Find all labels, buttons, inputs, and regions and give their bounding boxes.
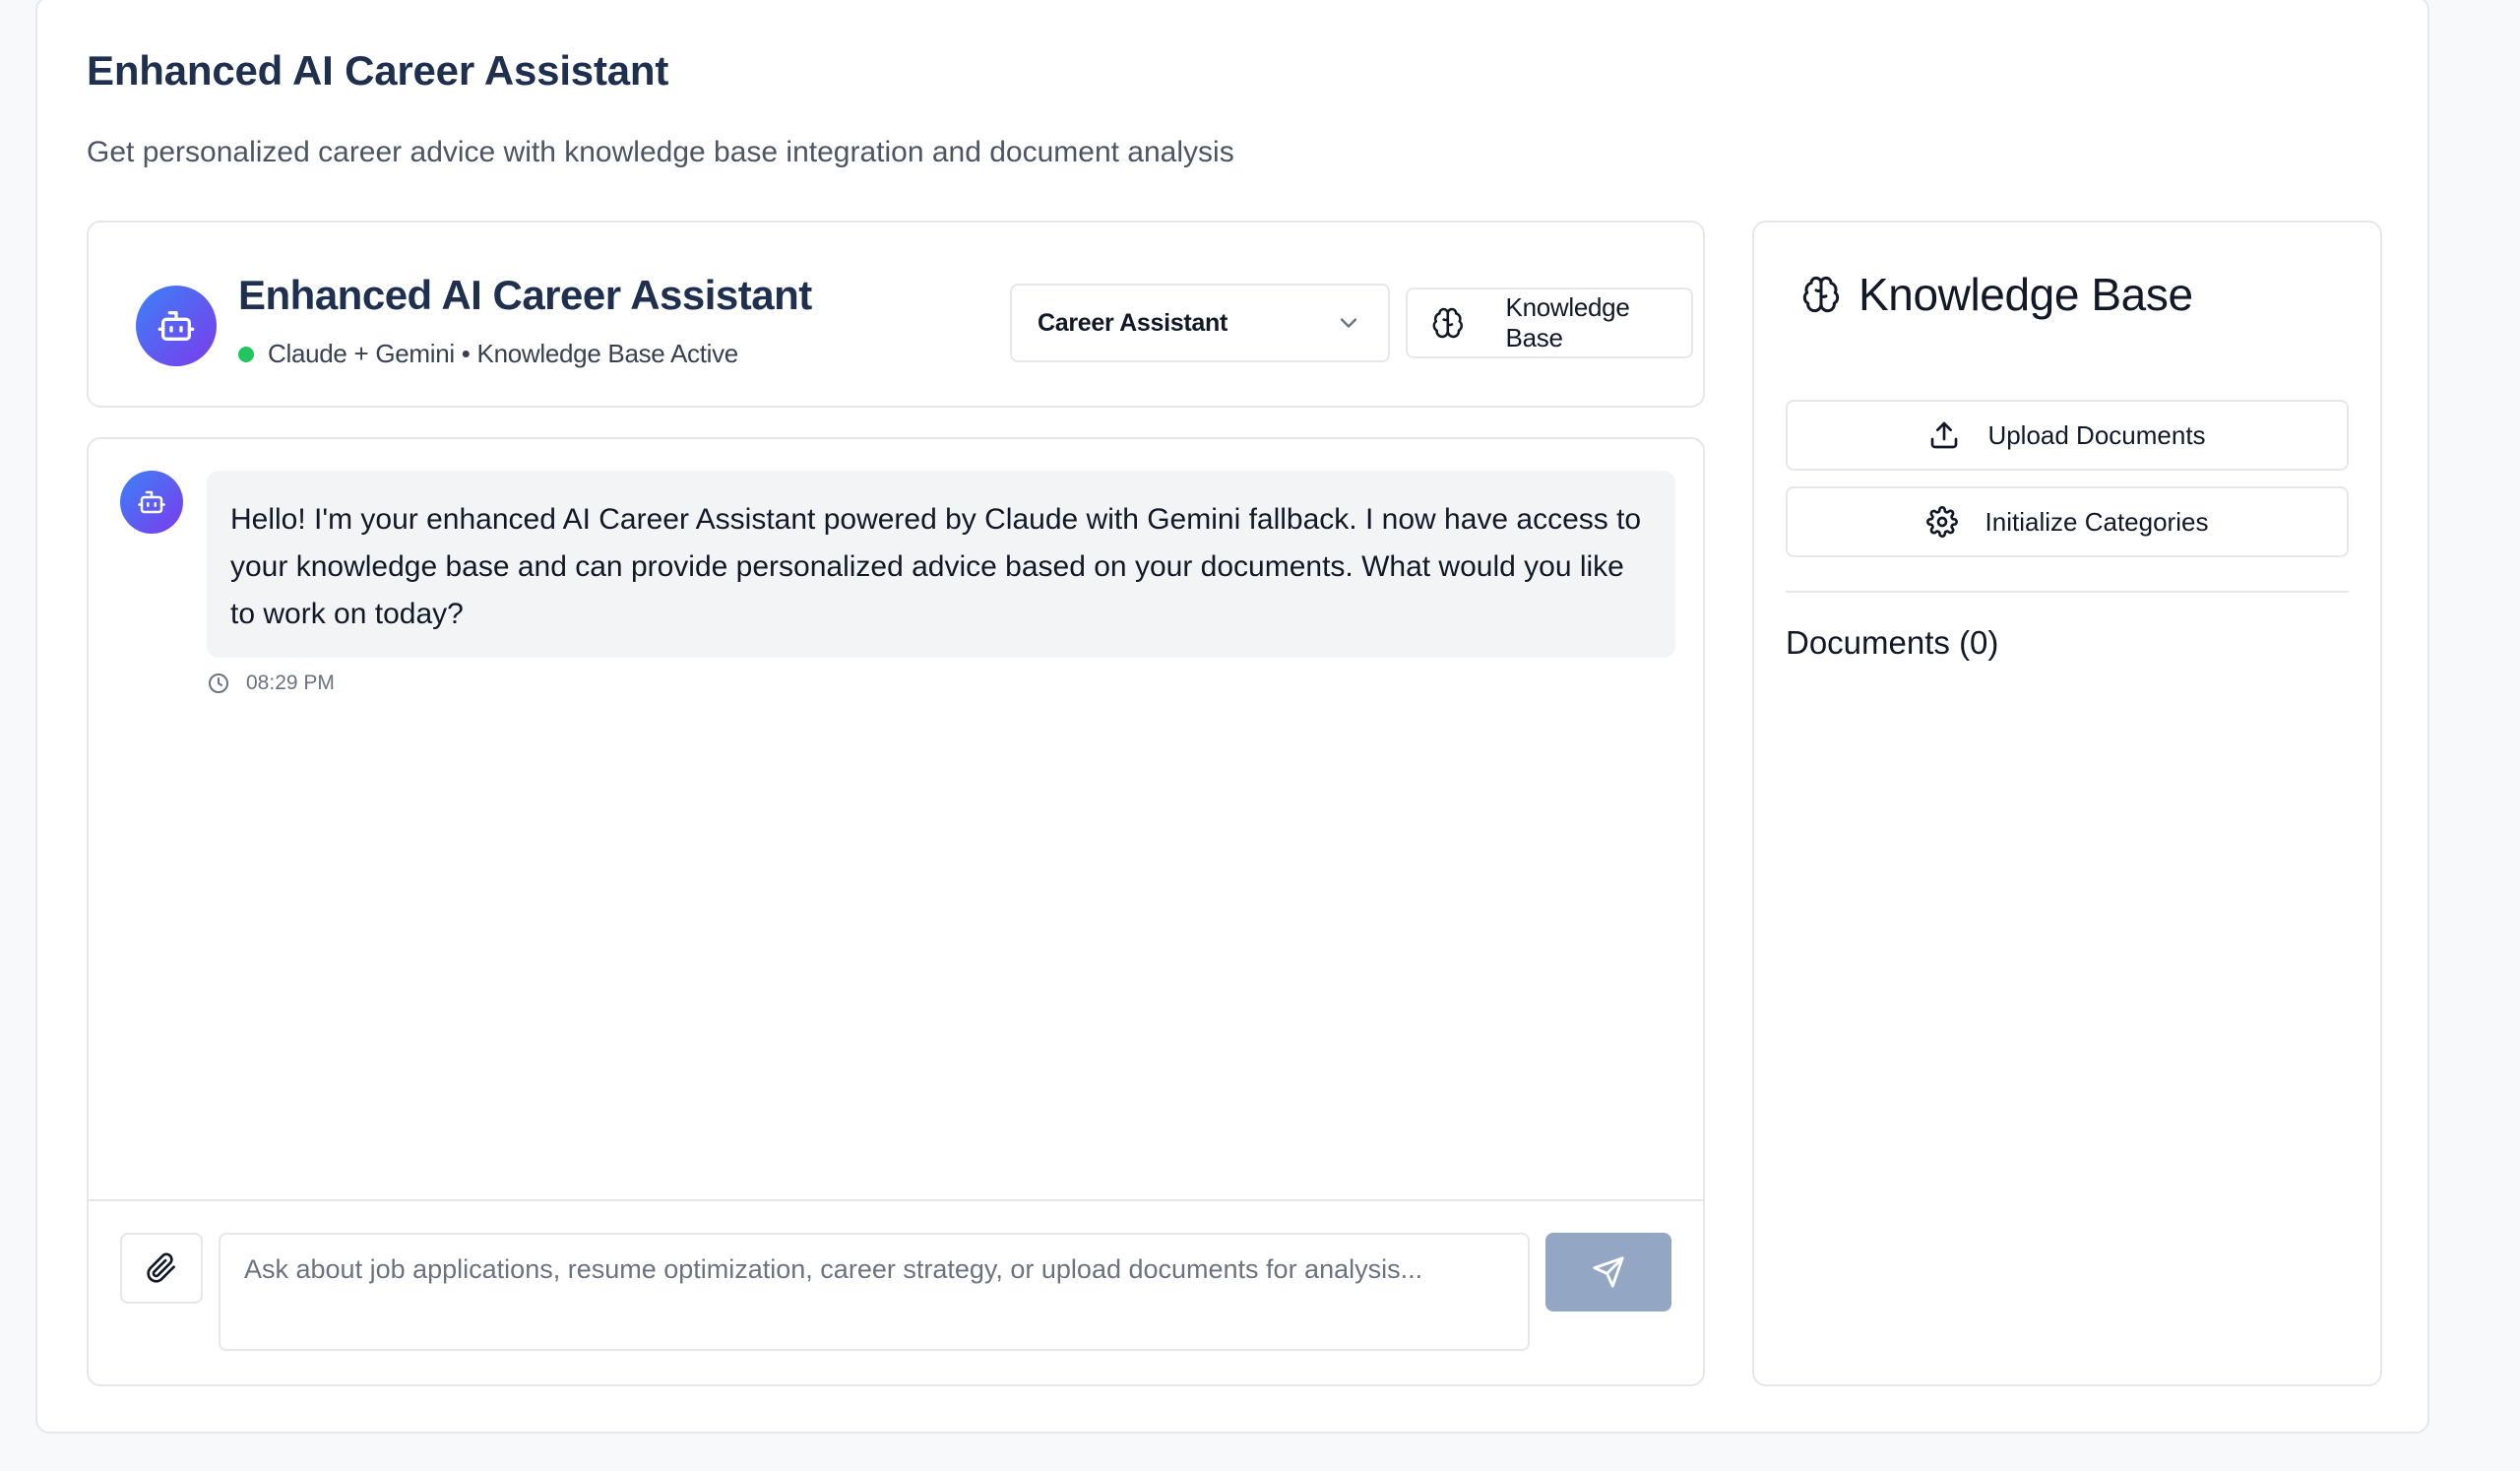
- assistant-mode-value: Career Assistant: [1038, 308, 1228, 337]
- page-title: Enhanced AI Career Assistant: [87, 47, 669, 94]
- assistant-name: Enhanced AI Career Assistant: [238, 272, 812, 318]
- status-text: Claude + Gemini • Knowledge Base Active: [268, 339, 738, 368]
- message-avatar: [120, 471, 183, 534]
- attach-file-button[interactable]: [120, 1233, 203, 1304]
- message-time: 08:29 PM: [246, 672, 335, 694]
- upload-icon: [1931, 421, 1958, 449]
- status-indicator: [238, 346, 254, 362]
- clock-icon: [209, 673, 228, 693]
- initialize-categories-label: Initialize Categories: [1984, 506, 2209, 537]
- assistant-message: Hello! I'm your enhanced AI Career Assis…: [207, 471, 1675, 658]
- initialize-categories-button[interactable]: Initialize Categories: [1786, 486, 2349, 557]
- upload-documents-button[interactable]: Upload Documents: [1786, 400, 2349, 471]
- message-timestamp: 08:29 PM: [207, 672, 335, 695]
- assistant-status: Claude + Gemini • Knowledge Base Active: [238, 339, 738, 369]
- chat-message-input[interactable]: [219, 1233, 1530, 1351]
- page-subtitle: Get personalized career advice with know…: [87, 136, 1234, 168]
- bot-icon: [138, 490, 165, 514]
- upload-documents-label: Upload Documents: [1987, 419, 2206, 450]
- knowledge-base-title: Knowledge Base: [1858, 269, 2193, 320]
- main-container: Enhanced AI Career Assistant Get persona…: [35, 0, 2429, 1434]
- knowledge-base-button-label: Knowledge Base: [1505, 292, 1630, 352]
- knowledge-base-divider: [1786, 591, 2349, 593]
- chat-panel: Hello! I'm your enhanced AI Career Assis…: [87, 437, 1705, 1386]
- send-icon: [1593, 1256, 1624, 1288]
- knowledge-base-header: Knowledge Base: [1801, 268, 2193, 321]
- brain-icon: [1802, 276, 1840, 313]
- send-button[interactable]: [1545, 1233, 1671, 1311]
- assistant-avatar: [136, 286, 217, 366]
- knowledge-base-panel: Knowledge Base Upload Documents Initiali…: [1752, 221, 2382, 1386]
- paperclip-icon: [147, 1252, 175, 1283]
- chat-input-divider: [89, 1199, 1703, 1201]
- assistant-mode-select[interactable]: Career Assistant: [1010, 284, 1390, 362]
- brain-icon: [1432, 307, 1463, 339]
- documents-heading: Documents (0): [1786, 624, 1999, 661]
- assistant-header-card: Enhanced AI Career Assistant Claude + Ge…: [87, 221, 1705, 408]
- chevron-down-icon: [1340, 318, 1357, 328]
- gear-icon: [1925, 506, 1958, 538]
- bot-icon: [158, 311, 195, 341]
- knowledge-base-button[interactable]: Knowledge Base: [1406, 288, 1693, 358]
